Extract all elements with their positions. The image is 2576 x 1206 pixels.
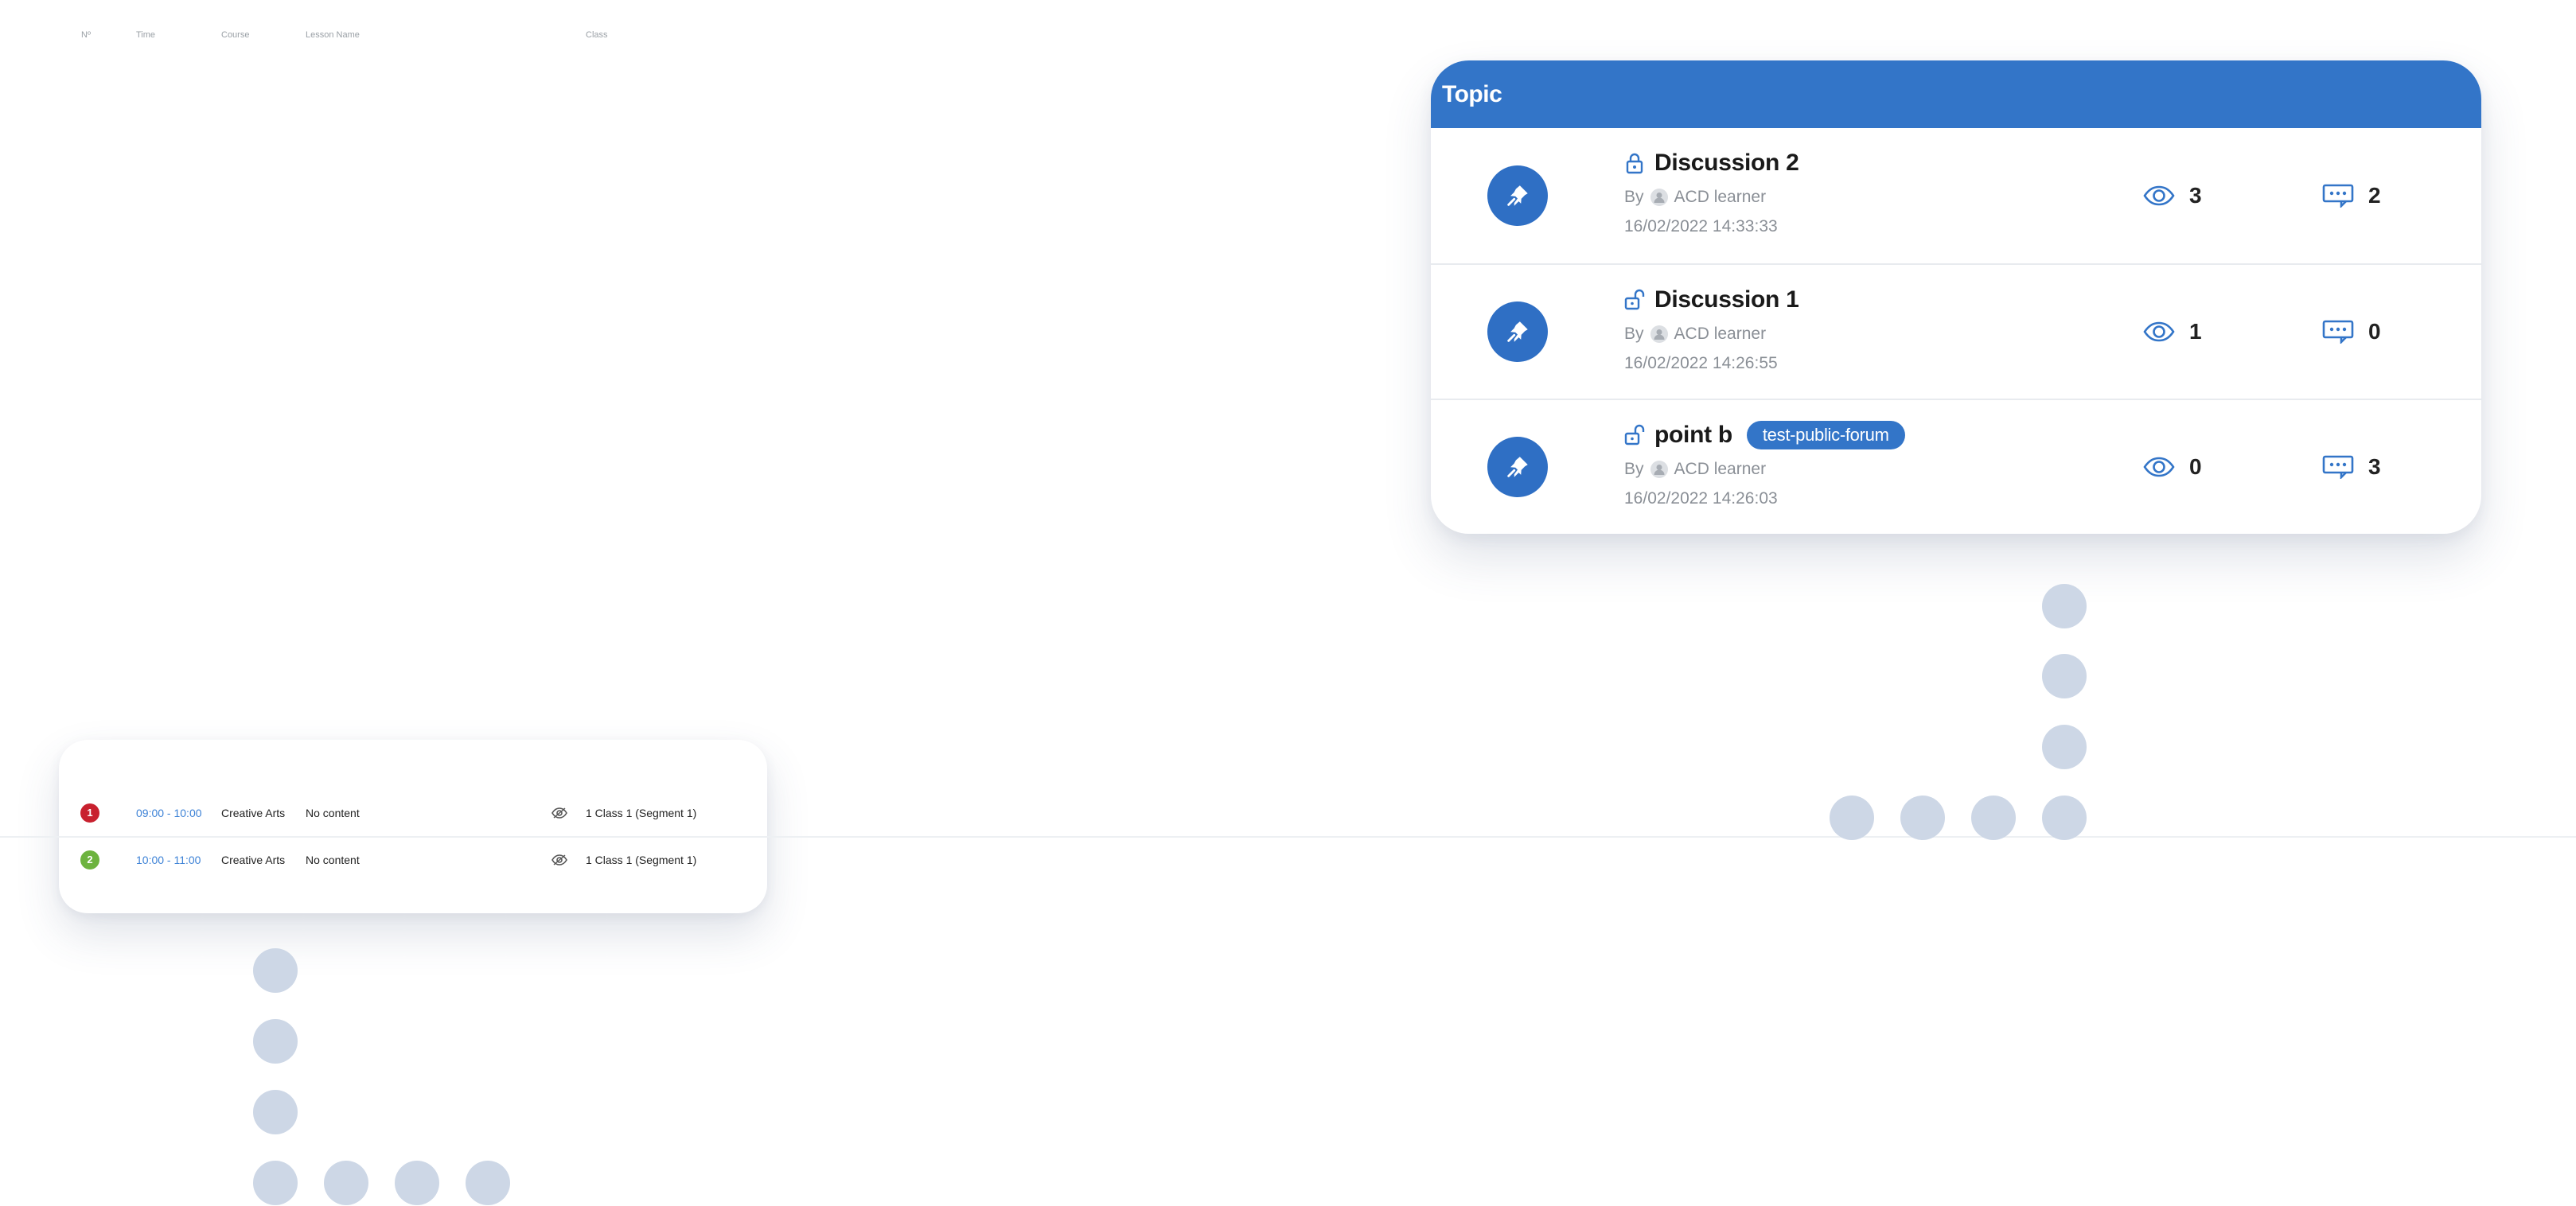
decor-dot (253, 1090, 298, 1134)
header-no: Nº (81, 30, 91, 40)
by-label: By (1624, 188, 1644, 206)
replies-stat: 3 (2322, 451, 2381, 483)
user-avatar-icon (1650, 325, 1668, 343)
decor-dot (2042, 725, 2087, 769)
decor-dot (2042, 584, 2087, 628)
views-count: 3 (2189, 183, 2202, 208)
decor-dot (1900, 796, 1945, 840)
lesson-number-badge: 1 (80, 803, 99, 823)
decor-dot (1830, 796, 1874, 840)
chat-icon (2322, 320, 2354, 344)
topic-info: Discussion 2 By ACD learner 16/02/2022 1… (1624, 147, 1799, 236)
views-count: 1 (2189, 319, 2202, 344)
replies-count: 2 (2368, 183, 2381, 208)
user-avatar-icon (1650, 189, 1668, 206)
forum-tag-badge[interactable]: test-public-forum (1746, 421, 1905, 449)
lesson-class: 1 Class 1 (Segment 1) (586, 853, 697, 866)
decor-dot (253, 1019, 298, 1064)
topic-date: 16/02/2022 14:33:33 (1624, 217, 1778, 235)
eye-icon (2143, 455, 2175, 479)
eye-icon (2143, 184, 2175, 208)
topic-title[interactable]: Discussion 1 (1654, 286, 1799, 313)
chat-icon (2322, 184, 2354, 208)
forum-topics-card: Topic Discussion 2 By ACD learner 16/02/… (1431, 60, 2481, 534)
by-label: By (1624, 460, 1644, 478)
header-class: Class (586, 30, 608, 40)
lesson-name: No content (306, 806, 360, 819)
topic-author[interactable]: ACD learner (1674, 188, 1767, 207)
header-time: Time (136, 30, 156, 40)
topic-title[interactable]: Discussion 2 (1654, 150, 1799, 177)
decor-dot (324, 1161, 368, 1205)
pin-icon[interactable] (1487, 302, 1548, 362)
lock-open-icon (1624, 289, 1645, 311)
pin-icon[interactable] (1487, 437, 1548, 497)
eye-icon[interactable] (551, 807, 567, 819)
pin-icon[interactable] (1487, 165, 1548, 226)
topic-date: 16/02/2022 14:26:03 (1624, 489, 1778, 508)
schedule-row[interactable]: 2 10:00 - 11:00 Creative Arts No content… (0, 836, 2576, 881)
lock-closed-icon (1624, 152, 1645, 174)
lesson-name: No content (306, 853, 360, 866)
schedule-row[interactable]: 1 09:00 - 10:00 Creative Arts No content… (0, 790, 2576, 835)
lesson-time[interactable]: 09:00 - 10:00 (136, 807, 202, 819)
lock-open-icon (1624, 424, 1645, 446)
topic-row[interactable]: Discussion 2 By ACD learner 16/02/2022 1… (1431, 128, 2481, 263)
decor-dot (395, 1161, 439, 1205)
eye-icon[interactable] (551, 854, 567, 866)
by-label: By (1624, 325, 1644, 343)
views-count: 0 (2189, 454, 2202, 479)
forum-header-topic: Topic (1431, 60, 2481, 128)
eye-icon (2143, 320, 2175, 344)
replies-count: 0 (2368, 319, 2381, 344)
header-course: Course (221, 30, 250, 40)
lesson-course: Creative Arts (221, 806, 286, 819)
decor-dot (2042, 654, 2087, 698)
topic-info: Discussion 1 By ACD learner 16/02/2022 1… (1624, 284, 1799, 373)
decor-dot (2042, 796, 2087, 840)
decor-dot (253, 1161, 298, 1205)
lesson-number-badge: 2 (80, 850, 99, 869)
decor-dot (253, 948, 298, 993)
topic-info: point b test-public-forum By ACD learner… (1624, 419, 1905, 508)
chat-icon (2322, 455, 2354, 479)
decor-dot (1971, 796, 2016, 840)
replies-stat: 2 (2322, 180, 2381, 212)
topic-row[interactable]: point b test-public-forum By ACD learner… (1431, 399, 2481, 534)
lesson-course: Creative Arts (221, 853, 286, 866)
views-stat: 1 (2143, 316, 2202, 348)
views-stat: 3 (2143, 180, 2202, 212)
header-lesson-name: Lesson Name (306, 30, 360, 40)
lesson-class: 1 Class 1 (Segment 1) (586, 806, 697, 819)
replies-count: 3 (2368, 454, 2381, 479)
views-stat: 0 (2143, 451, 2202, 483)
topic-title[interactable]: point b (1654, 422, 1732, 449)
user-avatar-icon (1650, 461, 1668, 478)
topic-date: 16/02/2022 14:26:55 (1624, 354, 1778, 372)
topic-row[interactable]: Discussion 1 By ACD learner 16/02/2022 1… (1431, 263, 2481, 399)
lesson-time[interactable]: 10:00 - 11:00 (136, 854, 201, 866)
replies-stat: 0 (2322, 316, 2381, 348)
topic-author[interactable]: ACD learner (1674, 325, 1767, 344)
topic-author[interactable]: ACD learner (1674, 460, 1767, 479)
decor-dot (466, 1161, 510, 1205)
